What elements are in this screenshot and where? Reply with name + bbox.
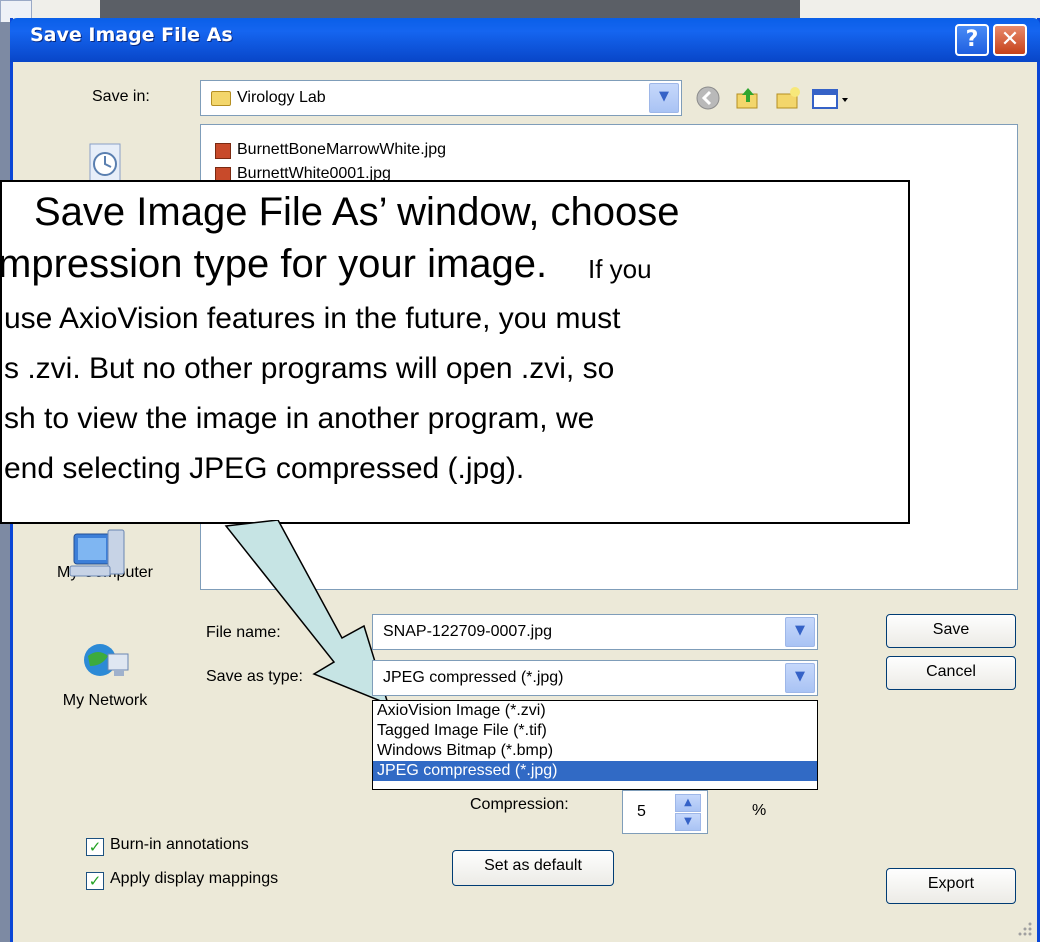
type-option-zvi[interactable]: AxioVision Image (*.zvi): [373, 701, 817, 721]
help-button[interactable]: ?: [955, 24, 989, 56]
compression-value: 5: [637, 803, 646, 820]
file-name-input[interactable]: SNAP-122709-0007.jpg ▼: [372, 614, 818, 650]
folder-icon: [211, 91, 231, 106]
compression-unit: %: [752, 802, 767, 819]
file-name-label: File name:: [206, 624, 281, 641]
new-folder-icon[interactable]: [774, 84, 802, 112]
chevron-down-icon[interactable]: ▼: [785, 617, 815, 647]
back-icon[interactable]: [694, 84, 722, 112]
type-option-jpg[interactable]: JPEG compressed (*.jpg): [373, 761, 817, 781]
compression-spinner[interactable]: 5 ▲ ▼: [622, 790, 708, 834]
burn-in-label: Burn-in annotations: [110, 836, 249, 853]
chevron-down-icon[interactable]: ▼: [649, 83, 679, 113]
save-in-dropdown[interactable]: Virology Lab ▼: [200, 80, 682, 116]
my-network-icon: [78, 638, 132, 686]
display-mappings-label: Apply display mappings: [110, 870, 279, 887]
callout-line: use AxioVision features in the future, y…: [4, 302, 621, 335]
dialog-title: Save Image File As: [30, 24, 233, 46]
callout-line: Save Image File As’ window, choose: [34, 190, 680, 234]
compression-label: Compression:: [470, 796, 569, 813]
instruction-callout: Save Image File As’ window, choose mpres…: [0, 180, 910, 524]
save-as-type-value: JPEG compressed (*.jpg): [383, 669, 564, 686]
file-name-value: SNAP-122709-0007.jpg: [383, 623, 553, 640]
display-mappings-checkbox[interactable]: ✓: [86, 872, 104, 890]
views-menu-icon[interactable]: [810, 84, 854, 112]
set-as-default-button[interactable]: Set as default: [452, 850, 614, 886]
place-my-network[interactable]: My Network: [22, 638, 188, 710]
callout-line: end selecting JPEG compressed (.jpg).: [4, 452, 525, 485]
up-folder-icon[interactable]: [734, 84, 762, 112]
my-computer-icon: [68, 526, 128, 588]
file-item-name: BurnettBoneMarrowWhite.jpg: [237, 141, 446, 158]
display-mappings-checkbox-row[interactable]: ✓: [86, 872, 104, 890]
chevron-down-icon[interactable]: ▼: [785, 663, 815, 693]
type-option-tif[interactable]: Tagged Image File (*.tif): [373, 721, 817, 741]
save-in-label: Save in:: [92, 88, 150, 105]
save-as-type-label: Save as type:: [206, 668, 303, 685]
cancel-button[interactable]: Cancel: [886, 656, 1016, 690]
burn-in-checkbox-row[interactable]: ✓: [86, 838, 104, 856]
callout-line: sh to view the image in another program,…: [4, 402, 595, 435]
burn-in-checkbox[interactable]: ✓: [86, 838, 104, 856]
spin-down-icon[interactable]: ▼: [675, 813, 701, 831]
callout-line: If you: [588, 254, 652, 284]
recent-documents-icon: [78, 138, 132, 186]
save-as-type-options-list[interactable]: AxioVision Image (*.zvi) Tagged Image Fi…: [372, 700, 818, 790]
jpeg-file-icon: [215, 143, 231, 159]
save-button[interactable]: Save: [886, 614, 1016, 648]
type-option-bmp[interactable]: Windows Bitmap (*.bmp): [373, 741, 817, 761]
place-recent-documents[interactable]: [22, 138, 188, 186]
background-toolbar-strip: [100, 0, 800, 20]
resize-grip-icon[interactable]: [1014, 918, 1034, 938]
save-in-value: Virology Lab: [237, 89, 326, 106]
close-button[interactable]: ✕: [993, 24, 1027, 56]
place-label: My Network: [62, 692, 148, 709]
callout-line: s .zvi. But no other programs will open …: [4, 352, 615, 385]
save-as-type-dropdown[interactable]: JPEG compressed (*.jpg) ▼: [372, 660, 818, 696]
callout-line: mpression type for your image.: [0, 242, 548, 286]
spin-up-icon[interactable]: ▲: [675, 794, 701, 812]
export-button[interactable]: Export: [886, 868, 1016, 904]
